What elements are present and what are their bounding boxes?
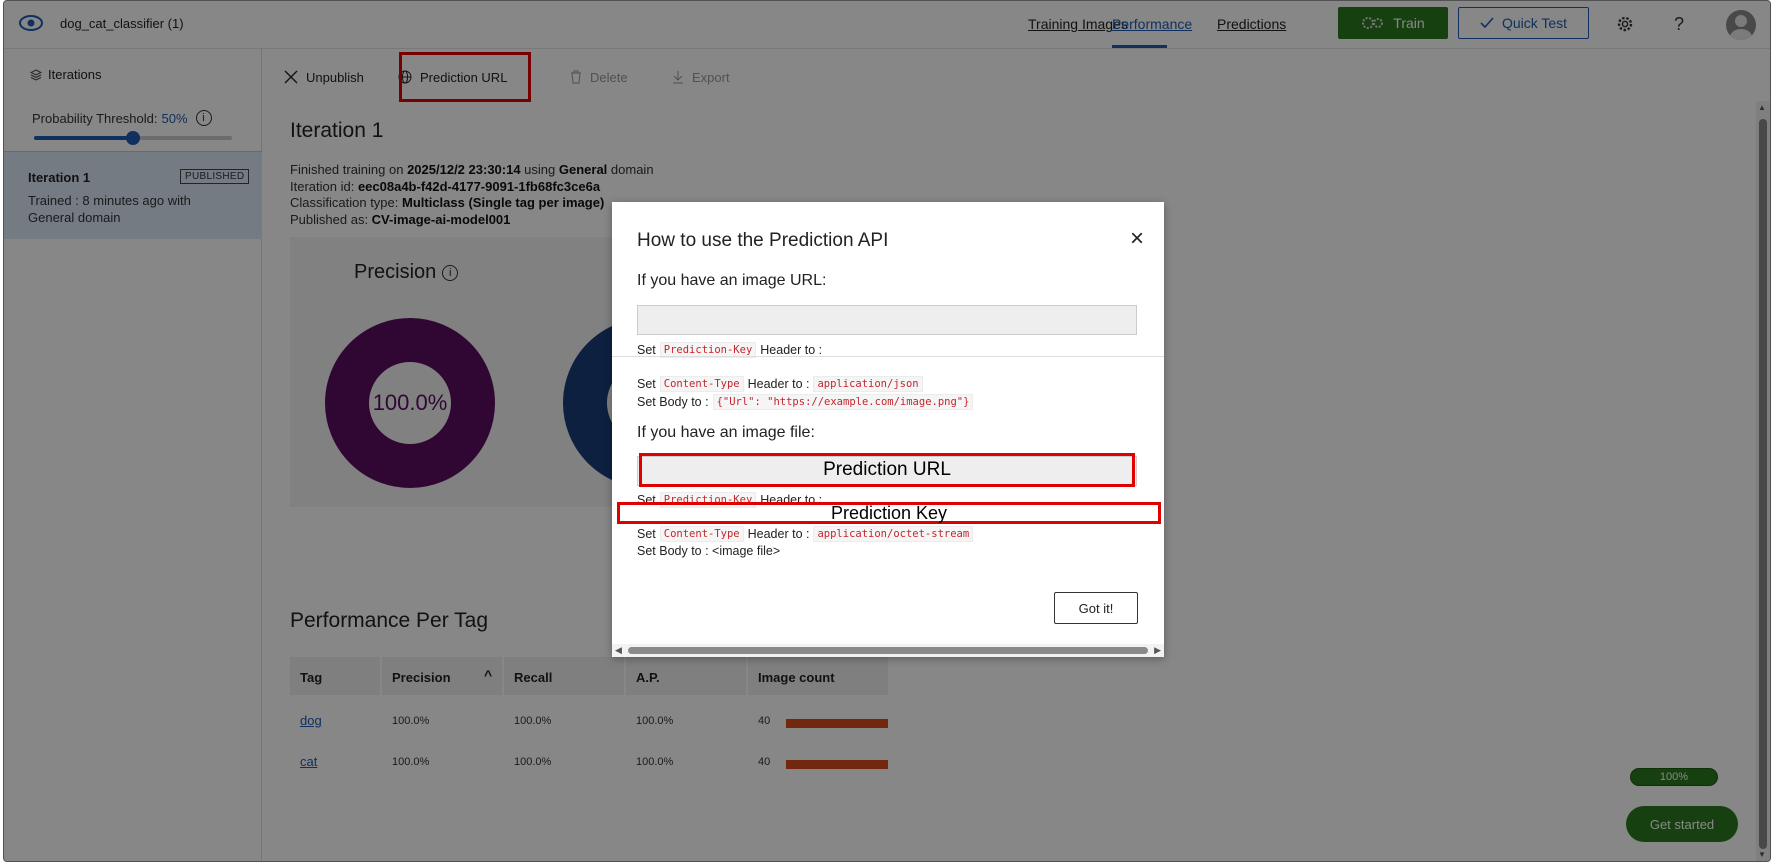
url-body-line: Set Body to : {"Url": "https://example.c… bbox=[637, 394, 974, 410]
image-url-heading: If you have an image URL: bbox=[637, 272, 827, 289]
url-content-type-line: Set Content-Type Header to : application… bbox=[637, 376, 923, 392]
json-content-type-code: application/json bbox=[813, 376, 923, 392]
set-label: Set bbox=[637, 527, 656, 541]
octet-stream-code: application/octet-stream bbox=[813, 526, 974, 542]
header-to-label: Header to : bbox=[747, 377, 810, 391]
section-divider bbox=[612, 356, 1164, 357]
scrollbar-thumb[interactable] bbox=[628, 647, 1148, 654]
dialog-title: How to use the Prediction API bbox=[637, 230, 889, 251]
prediction-api-dialog: How to use the Prediction API × If you h… bbox=[612, 202, 1164, 657]
image-url-endpoint-field[interactable] bbox=[637, 305, 1137, 335]
file-body-line: Set Body to : <image file> bbox=[637, 544, 781, 558]
set-label: Set bbox=[637, 343, 656, 357]
scroll-right-icon[interactable]: ▶ bbox=[1154, 645, 1161, 656]
header-to-label: Header to : bbox=[760, 343, 823, 357]
body-json-code: {"Url": "https://example.com/image.png"} bbox=[712, 394, 974, 410]
prediction-key-callout: Prediction Key bbox=[617, 502, 1161, 524]
content-type-code: Content-Type bbox=[659, 526, 744, 542]
file-content-type-line: Set Content-Type Header to : application… bbox=[637, 526, 974, 542]
header-to-label: Header to : bbox=[747, 527, 810, 541]
content-type-code: Content-Type bbox=[659, 376, 744, 392]
image-file-heading: If you have an image file: bbox=[637, 424, 815, 441]
prediction-url-callout: Prediction URL bbox=[639, 453, 1135, 487]
got-it-button[interactable]: Got it! bbox=[1054, 592, 1138, 624]
set-body-label: Set Body to : bbox=[637, 395, 709, 409]
set-label: Set bbox=[637, 377, 656, 391]
dialog-horizontal-scrollbar[interactable]: ◀ ▶ bbox=[612, 644, 1164, 657]
scroll-left-icon[interactable]: ◀ bbox=[615, 645, 622, 656]
close-icon[interactable]: × bbox=[1126, 227, 1148, 251]
